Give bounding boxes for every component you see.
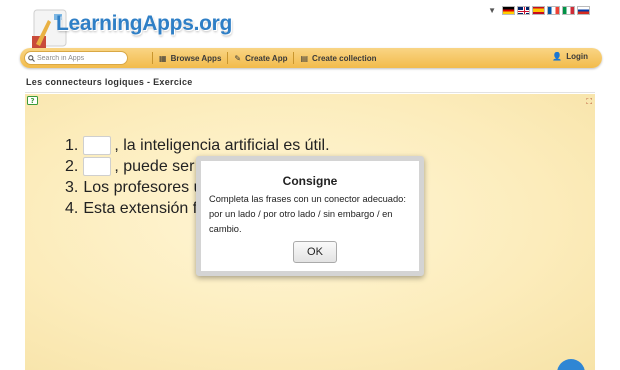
search-icon bbox=[28, 54, 35, 62]
title-divider bbox=[25, 92, 595, 93]
login-button[interactable]: 👤 Login bbox=[552, 52, 588, 61]
fr-flag-icon[interactable] bbox=[547, 6, 560, 15]
browse-apps-button[interactable]: ▦ Browse Apps bbox=[159, 54, 221, 63]
de-flag-icon[interactable] bbox=[502, 6, 515, 15]
page-title: Les connecteurs logiques - Exercice bbox=[26, 77, 193, 87]
dialog-message: Completa las frases con un conector adec… bbox=[209, 194, 406, 234]
toolbar-divider bbox=[152, 52, 153, 64]
create-app-button[interactable]: ✎ Create App bbox=[234, 54, 287, 63]
ok-button[interactable]: OK bbox=[293, 241, 337, 263]
create-collection-button[interactable]: ▤ Create collection bbox=[300, 54, 376, 63]
svg-text:?: ? bbox=[30, 97, 34, 105]
fullscreen-icon[interactable]: ⛶ bbox=[586, 97, 592, 107]
gb-flag-icon[interactable] bbox=[517, 6, 530, 15]
logo-text: LearningApps.org bbox=[56, 12, 233, 35]
help-icon[interactable]: ? bbox=[27, 96, 38, 106]
toolbar-divider bbox=[227, 52, 229, 64]
line-number: 2. bbox=[65, 157, 79, 175]
dialog-title: Consigne bbox=[282, 174, 338, 188]
gap-input-1[interactable] bbox=[83, 136, 112, 155]
user-icon: 👤 bbox=[552, 52, 563, 61]
login-label: Login bbox=[566, 52, 588, 61]
it-flag-icon[interactable] bbox=[562, 6, 575, 15]
line-number: 4. bbox=[65, 200, 79, 217]
instructions-dialog: Consigne Completa las frases con un cone… bbox=[196, 156, 424, 276]
browse-apps-label: Browse Apps bbox=[170, 53, 222, 63]
line-number: 1. bbox=[65, 136, 79, 154]
gap-input-2[interactable] bbox=[83, 157, 112, 176]
line-number: 3. bbox=[65, 178, 79, 196]
dropdown-caret-icon[interactable]: ▼ bbox=[488, 6, 496, 15]
create-collection-label: Create collection bbox=[312, 53, 377, 63]
language-selector[interactable]: ▼ bbox=[488, 6, 590, 15]
es-flag-icon[interactable] bbox=[532, 6, 545, 15]
main-toolbar: ▦ Browse Apps ✎ Create App ▤ Create coll… bbox=[20, 48, 602, 68]
toolbar-divider bbox=[293, 52, 295, 64]
search-box[interactable] bbox=[24, 51, 128, 65]
create-app-label: Create App bbox=[245, 53, 288, 63]
pencil-icon: ✎ bbox=[234, 53, 242, 63]
grid-icon: ▦ bbox=[159, 53, 167, 63]
line-text: , la inteligencia artificial es útil. bbox=[114, 136, 330, 154]
ru-flag-icon[interactable] bbox=[577, 6, 590, 15]
search-input[interactable] bbox=[37, 54, 123, 62]
collection-icon: ▤ bbox=[300, 53, 309, 63]
logo[interactable]: LearningApps.org bbox=[18, 2, 232, 52]
exercise-line-1: 1. , la inteligencia artificial es útil. bbox=[65, 136, 330, 155]
